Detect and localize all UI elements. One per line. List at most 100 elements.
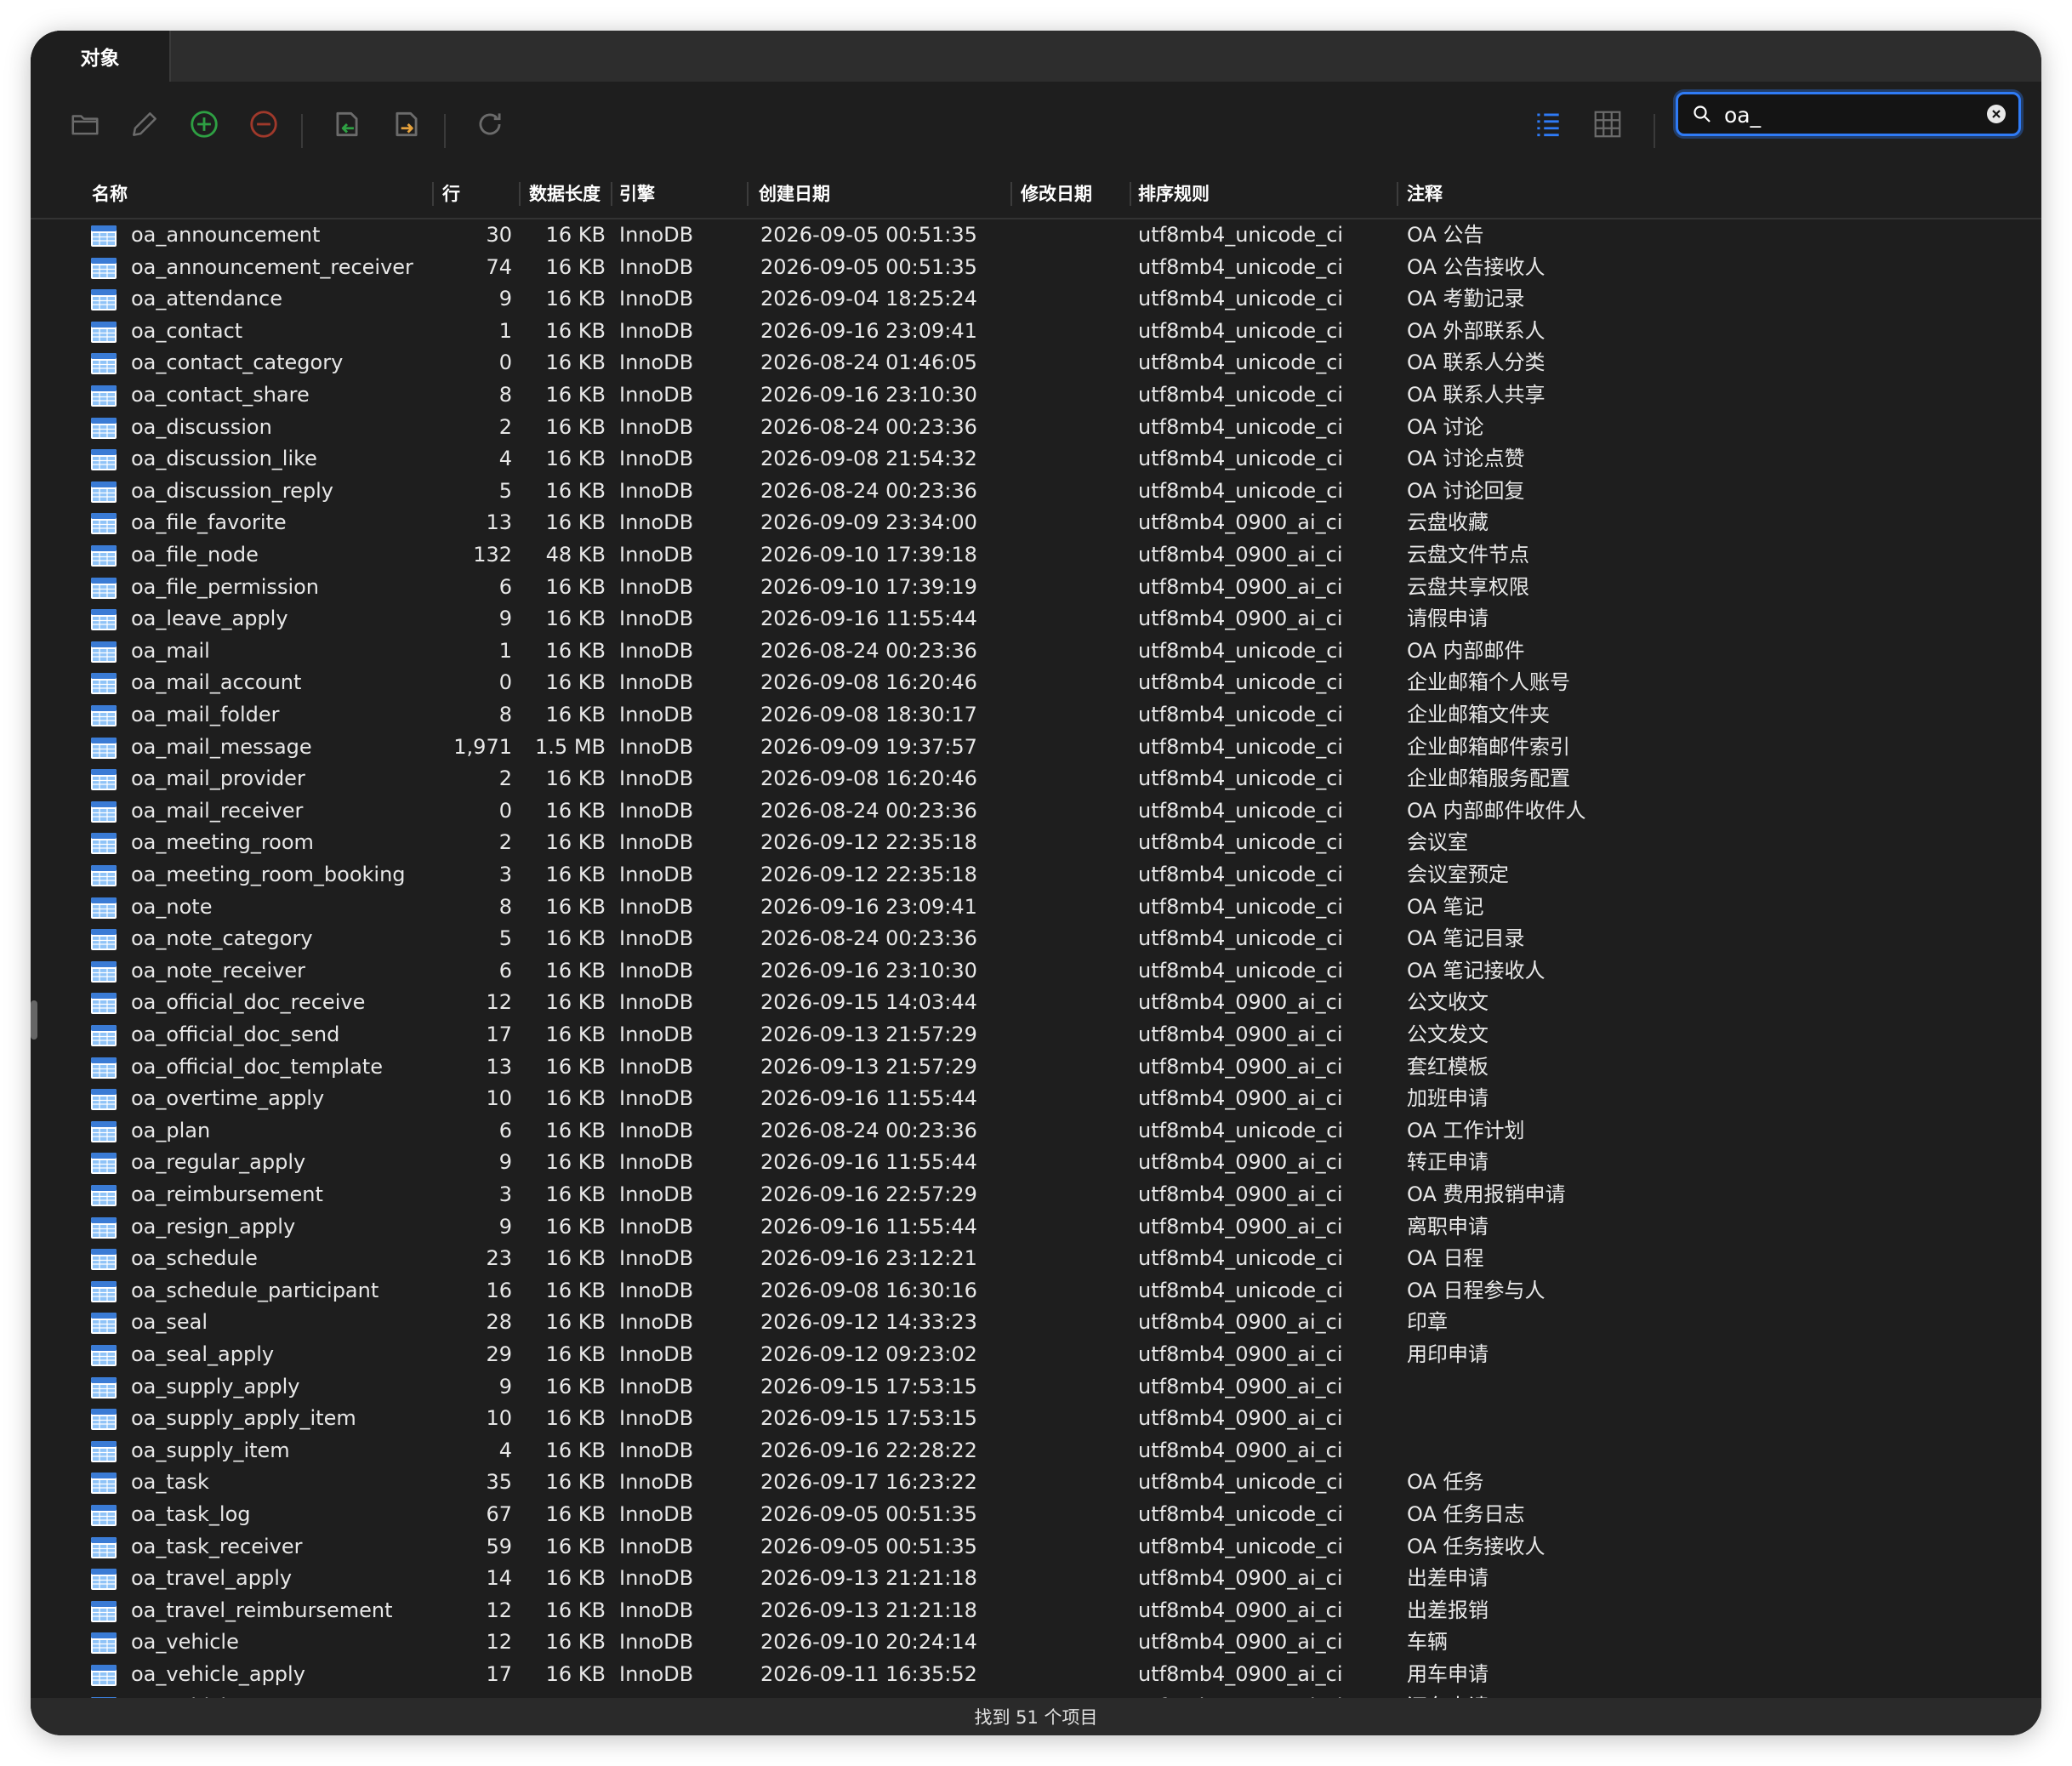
table-row[interactable]: oa_mail_receiver 0 16 KB InnoDB 2026-08-24 0…	[31, 795, 2041, 828]
cell-data-length: 16 KB	[545, 1054, 606, 1079]
cell-create-date: 2026-09-08 16:20:46	[760, 670, 977, 695]
column-header-modify-date[interactable]: 修改日期	[1021, 170, 1092, 218]
table-icon	[91, 1569, 117, 1591]
table-row[interactable]: oa_official_doc_receive 12 16 KB InnoDB 2026…	[31, 987, 2041, 1019]
scrollbar-thumb[interactable]	[31, 1000, 37, 1040]
table-row[interactable]: oa_file_permission 6 16 KB InnoDB 2026-09-10…	[31, 572, 2041, 604]
table-row[interactable]: oa_leave_apply 9 16 KB InnoDB 2026-09-16 11:…	[31, 603, 2041, 635]
table-row[interactable]: oa_seal 28 16 KB InnoDB 2026-09-12 14:33:23 u…	[31, 1307, 2041, 1339]
table-row[interactable]: oa_file_node 132 48 KB InnoDB 2026-09-10 17:…	[31, 539, 2041, 572]
cell-engine: InnoDB	[619, 1566, 694, 1591]
table-row[interactable]: oa_note_receiver 6 16 KB InnoDB 2026-09-16 2…	[31, 955, 2041, 988]
open-folder-icon[interactable]	[63, 102, 107, 146]
cell-name: oa_file_favorite	[131, 510, 287, 535]
cell-modify-date	[1021, 1339, 1123, 1371]
table-row[interactable]: oa_plan 6 16 KB InnoDB 2026-08-24 00:23:36 ut…	[31, 1115, 2041, 1148]
cell-name: oa_supply_item	[131, 1438, 290, 1462]
table-row[interactable]: oa_announcement 30 16 KB InnoDB 2026-09-05 0…	[31, 219, 2041, 252]
cell-name: oa_schedule_participant	[131, 1278, 379, 1302]
column-header-rows[interactable]: 行	[442, 170, 460, 218]
cell-engine: InnoDB	[619, 863, 694, 886]
table-row[interactable]: oa_mail 1 16 KB InnoDB 2026-08-24 00:23:36 ut…	[31, 635, 2041, 668]
column-header-data-length[interactable]: 数据长度	[529, 170, 601, 218]
clear-icon[interactable]	[1986, 104, 2007, 124]
column-header-create-date[interactable]: 创建日期	[759, 170, 830, 218]
cell-comment: OA 笔记	[1407, 894, 1484, 919]
cell-rows: 8	[498, 383, 512, 407]
table-row[interactable]: oa_meeting_room 2 16 KB InnoDB 2026-09-12 22…	[31, 827, 2041, 859]
table-row[interactable]: oa_official_doc_template 13 16 KB InnoDB 202…	[31, 1051, 2041, 1084]
table-row[interactable]: oa_discussion_like 4 16 KB InnoDB 2026-09-08…	[31, 443, 2041, 476]
table-row[interactable]: oa_meeting_room_booking 3 16 KB InnoDB 2026-…	[31, 859, 2041, 892]
table-row[interactable]: oa_regular_apply 9 16 KB InnoDB 2026-09-16 1…	[31, 1147, 2041, 1179]
table-row[interactable]: oa_task_log 67 16 KB InnoDB 2026-09-05 00:51…	[31, 1499, 2041, 1531]
list-view-icon[interactable]	[1526, 102, 1570, 146]
table-row[interactable]: oa_contact 1 16 KB InnoDB 2026-09-16 23:09:4…	[31, 316, 2041, 348]
column-header-comment[interactable]: 注释	[1407, 170, 1443, 218]
table-row[interactable]: oa_official_doc_send 17 16 KB InnoDB 2026-09…	[31, 1019, 2041, 1051]
table-row[interactable]: oa_seal_apply 29 16 KB InnoDB 2026-09-12 09:…	[31, 1339, 2041, 1371]
column-header-name[interactable]: 名称	[92, 170, 128, 218]
export-icon[interactable]	[384, 102, 429, 146]
table-row[interactable]: oa_file_favorite 13 16 KB InnoDB 2026-09-09 …	[31, 507, 2041, 539]
table-row[interactable]: oa_attendance 9 16 KB InnoDB 2026-09-04 18:2…	[31, 283, 2041, 316]
cell-comment: OA 讨论点赞	[1407, 447, 1525, 471]
table-row[interactable]: oa_vehicle 12 16 KB InnoDB 2026-09-10 20:24:…	[31, 1626, 2041, 1659]
column-header-engine[interactable]: 引擎	[619, 170, 655, 218]
add-circle-icon[interactable]	[182, 102, 226, 146]
table-icon	[91, 1440, 117, 1462]
cell-name: oa_file_node	[131, 543, 259, 567]
table-row[interactable]: oa_travel_reimbursement 12 16 KB InnoDB 2026…	[31, 1595, 2041, 1627]
table-icon	[91, 257, 117, 279]
table-icon	[91, 673, 117, 695]
cell-rows: 13	[486, 510, 512, 535]
search-input[interactable]	[1722, 100, 1972, 129]
table-row[interactable]: oa_contact_share 8 16 KB InnoDB 2026-09-16 2…	[31, 379, 2041, 412]
table-row[interactable]: oa_vehicle_apply 17 16 KB InnoDB 2026-09-11 …	[31, 1659, 2041, 1691]
cell-engine: InnoDB	[619, 1534, 694, 1558]
cell-data-length: 16 KB	[545, 1662, 606, 1686]
table-row[interactable]: oa_supply_apply 9 16 KB InnoDB 2026-09-15 17…	[31, 1371, 2041, 1404]
cell-create-date: 2026-09-16 11:55:44	[760, 1214, 977, 1239]
table-row[interactable]: oa_mail_account 0 16 KB InnoDB 2026-09-08 16…	[31, 667, 2041, 699]
table-row[interactable]: oa_note 8 16 KB InnoDB 2026-09-16 23:09:41 ut…	[31, 892, 2041, 924]
table-row[interactable]: oa_announcement_receiver 74 16 KB InnoDB 202…	[31, 252, 2041, 284]
cell-name: oa_task_receiver	[131, 1534, 303, 1558]
column-header-collation[interactable]: 排序规则	[1138, 170, 1210, 218]
table-row[interactable]: oa_mail_message 1,971 1.5 MB InnoDB 2026-09-…	[31, 732, 2041, 764]
cell-engine: InnoDB	[619, 830, 694, 855]
table-row[interactable]: oa_contact_category 0 16 KB InnoDB 2026-08-2…	[31, 347, 2041, 379]
refresh-icon[interactable]	[468, 102, 512, 146]
table-row[interactable]: oa_supply_item 4 16 KB InnoDB 2026-09-16 22:…	[31, 1435, 2041, 1467]
grid-view-icon[interactable]	[1585, 102, 1630, 146]
table-row[interactable]: oa_note_category 5 16 KB InnoDB 2026-08-24 0…	[31, 923, 2041, 955]
table-row[interactable]: oa_overtime_apply 10 16 KB InnoDB 2026-09-16…	[31, 1083, 2041, 1115]
table-row[interactable]: oa_task_receiver 59 16 KB InnoDB 2026-09-05 …	[31, 1531, 2041, 1564]
table-row[interactable]: oa_reimbursement 3 16 KB InnoDB 2026-09-16 2…	[31, 1179, 2041, 1211]
cell-data-length: 16 KB	[545, 703, 606, 726]
cell-engine: InnoDB	[619, 958, 694, 983]
edit-pencil-icon[interactable]	[122, 102, 167, 146]
import-icon[interactable]	[325, 102, 369, 146]
cell-comment: 企业邮箱文件夹	[1407, 703, 1550, 726]
table-row[interactable]: oa_discussion 2 16 KB InnoDB 2026-08-24 00:2…	[31, 412, 2041, 444]
remove-circle-icon[interactable]	[242, 102, 286, 146]
table-icon	[91, 353, 117, 375]
cell-rows: 8	[498, 703, 512, 726]
cell-name: oa_discussion	[131, 414, 272, 439]
cell-engine: InnoDB	[619, 447, 694, 471]
table-row[interactable]: oa_mail_provider 2 16 KB InnoDB 2026-09-08 1…	[31, 763, 2041, 795]
table-row[interactable]: oa_travel_apply 14 16 KB InnoDB 2026-09-13 2…	[31, 1563, 2041, 1595]
table-row[interactable]: oa_discussion_reply 5 16 KB InnoDB 2026-08-2…	[31, 476, 2041, 508]
table-row[interactable]: oa_schedule 23 16 KB InnoDB 2026-09-16 23:12…	[31, 1243, 2041, 1275]
cell-rows: 3	[498, 1182, 512, 1206]
cell-comment: 用车申请	[1407, 1662, 1489, 1686]
table-row[interactable]: oa_supply_apply_item 10 16 KB InnoDB 2026-09…	[31, 1403, 2041, 1435]
table-row[interactable]: oa_resign_apply 9 16 KB InnoDB 2026-09-16 11…	[31, 1211, 2041, 1244]
search-box[interactable]	[1676, 92, 2021, 136]
table-row[interactable]: oa_schedule_participant 16 16 KB InnoDB 2026…	[31, 1275, 2041, 1307]
table-row[interactable]: oa_task 35 16 KB InnoDB 2026-09-17 16:23:22 u…	[31, 1467, 2041, 1499]
tab-objects[interactable]: 对象	[31, 31, 171, 82]
table-row[interactable]: oa_mail_folder 8 16 KB InnoDB 2026-09-08 18:…	[31, 699, 2041, 732]
cell-rows: 14	[486, 1566, 512, 1591]
